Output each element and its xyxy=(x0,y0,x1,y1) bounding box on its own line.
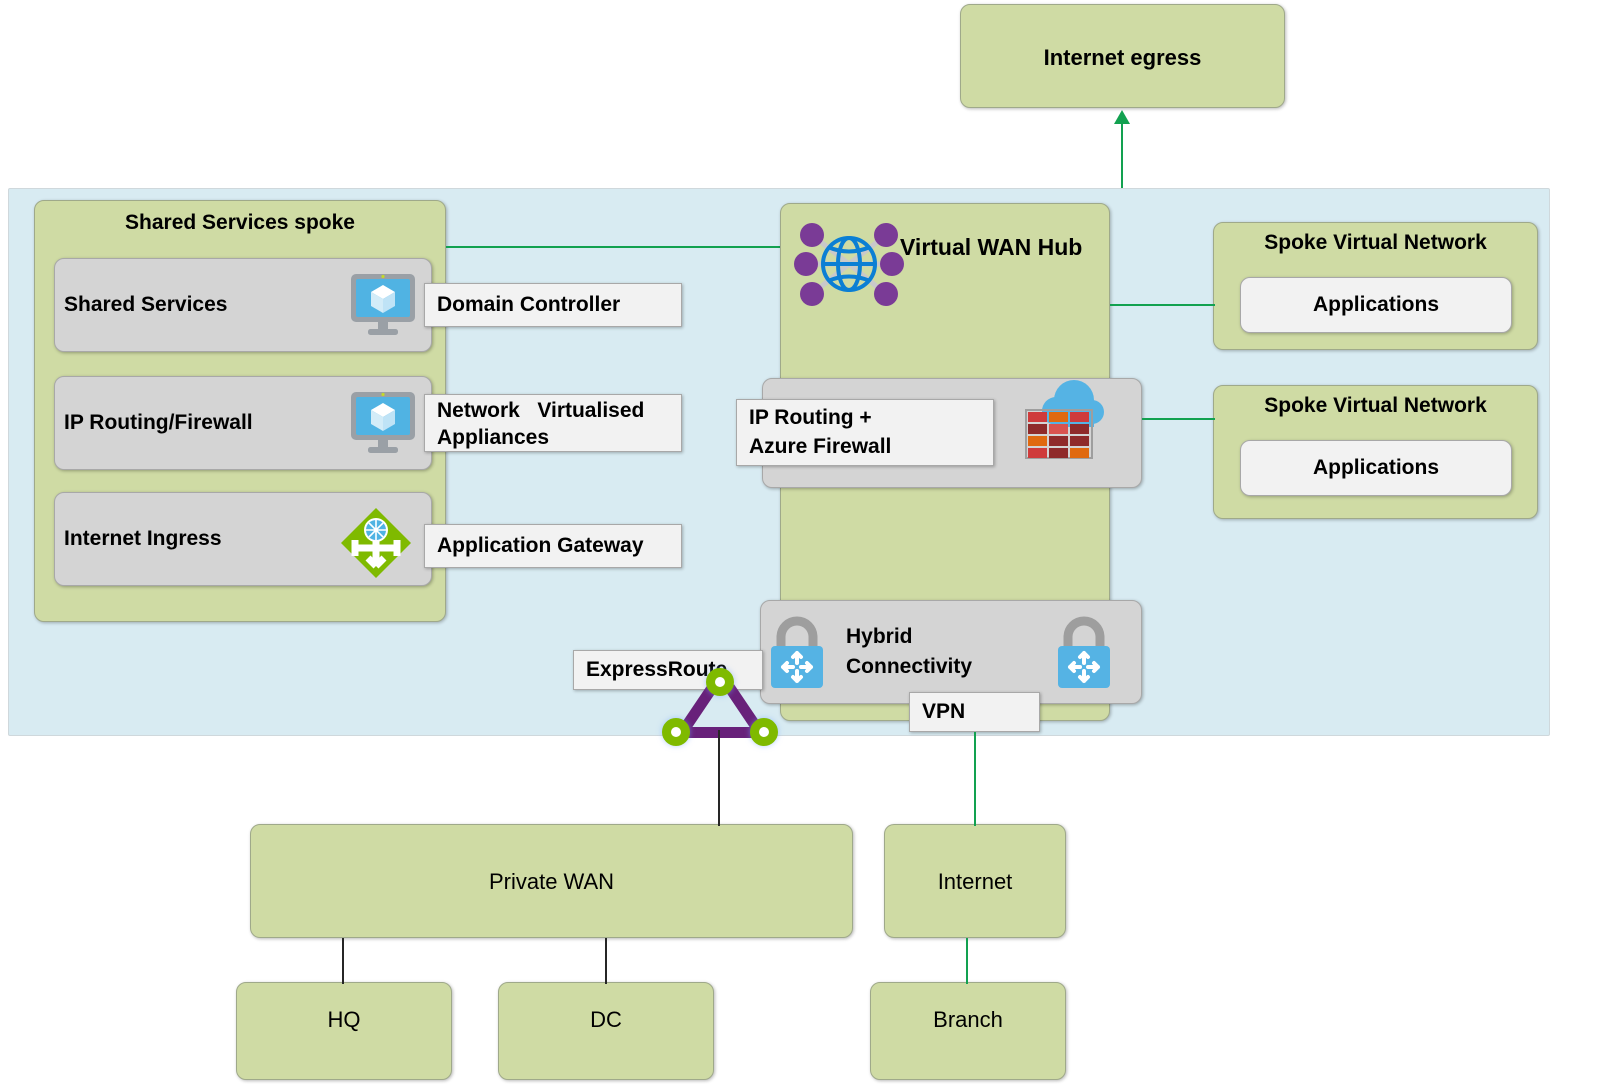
shared-services-row-label: Shared Services xyxy=(64,293,228,316)
virtual-wan-hub-title: Virtual WAN Hub xyxy=(900,233,1083,260)
internet-egress-box[interactable]: Internet egress xyxy=(960,4,1285,108)
connector-hub-to-spoke-1 xyxy=(1110,304,1215,306)
ip-routing-azure-firewall-callout[interactable]: IP Routing + Azure Firewall xyxy=(736,399,994,466)
azure-firewall-icon xyxy=(1012,370,1107,465)
expressroute-node xyxy=(706,668,734,696)
domain-controller-callout[interactable]: Domain Controller xyxy=(424,283,682,327)
private-wan-label: Private WAN xyxy=(488,869,615,894)
arrow-internet-egress xyxy=(1114,110,1130,124)
virtual-machine-icon xyxy=(345,384,421,460)
spoke-applications-label: Applications xyxy=(1312,293,1439,316)
spoke-applications-label: Applications xyxy=(1312,456,1439,479)
spoke-virtual-network-title: Spoke Virtual Network xyxy=(1264,394,1487,417)
shared-services-spoke-title: Shared Services spoke xyxy=(125,211,355,234)
network-virtualised-appliances-callout[interactable]: Network Virtualised Appliances xyxy=(424,394,682,452)
diagram-canvas: Internet egress Shared Services spoke Sh… xyxy=(0,0,1600,1084)
branch-label: Branch xyxy=(933,1007,1003,1032)
expressroute-node xyxy=(750,718,778,746)
dc-label: DC xyxy=(590,1007,622,1032)
expressroute-node xyxy=(662,718,690,746)
ip-routing-firewall-row-label: IP Routing/Firewall xyxy=(64,411,253,434)
virtual-wan-hub-icon xyxy=(790,212,908,317)
virtual-machine-icon xyxy=(345,266,421,342)
application-gateway-icon xyxy=(337,504,415,582)
vpn-gateway-icon xyxy=(1050,612,1118,690)
connector-vpn-to-internet xyxy=(974,732,976,826)
connector-private-wan-to-hq xyxy=(342,938,344,984)
internet-ingress-row-label: Internet Ingress xyxy=(64,527,222,550)
vpn-callout[interactable]: VPN xyxy=(909,692,1040,732)
connector-internet-to-branch xyxy=(966,938,968,984)
connector-hub-to-spoke-2 xyxy=(1142,418,1215,420)
hybrid-connectivity-title: Hybrid Connectivity xyxy=(846,625,973,678)
internet-egress-label: Internet egress xyxy=(1043,45,1202,70)
internet-label: Internet xyxy=(937,869,1013,894)
spoke-virtual-network-title: Spoke Virtual Network xyxy=(1264,231,1487,254)
application-gateway-callout[interactable]: Application Gateway xyxy=(424,524,682,568)
expressroute-icon xyxy=(650,660,790,750)
connector-expressroute-to-private-wan xyxy=(718,730,720,826)
connector-private-wan-to-dc xyxy=(605,938,607,984)
hq-label: HQ xyxy=(327,1007,361,1032)
connector-spoke-to-hub xyxy=(446,246,786,248)
